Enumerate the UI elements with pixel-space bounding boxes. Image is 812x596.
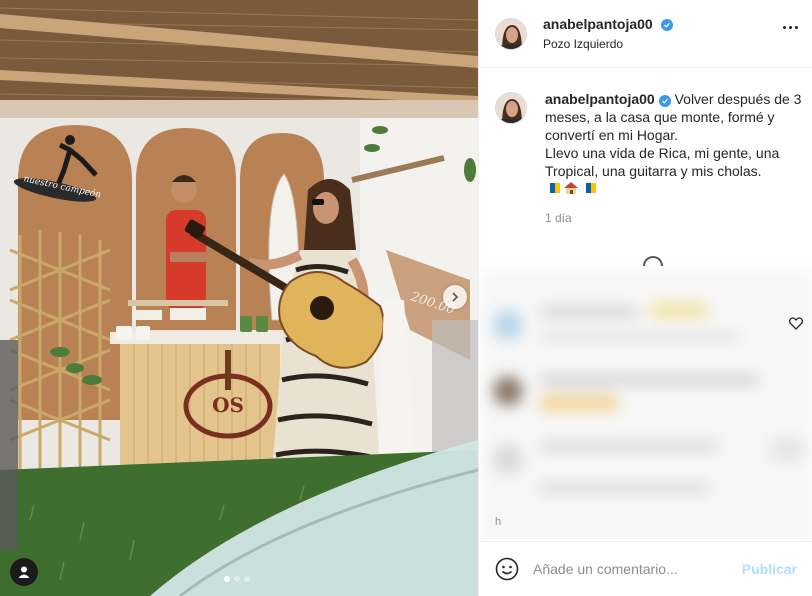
heart-icon[interactable] [789,317,803,330]
caption-emojis [545,181,805,195]
chevron-right-icon [452,292,459,302]
house-emoji [564,182,578,194]
username-link[interactable]: anabelpantoja00 [543,16,653,32]
carousel-indicator [224,576,250,582]
carousel-dot [244,576,250,582]
tagged-users-button[interactable] [10,558,38,586]
publish-button[interactable]: Publicar [742,561,797,577]
emoji-smile-icon[interactable] [495,557,519,581]
post-header: anabelpantoja00 Pozo Izquierdo [479,0,812,68]
bar-logo-text: OS [212,393,244,417]
add-comment-bar: Publicar [479,541,812,596]
photo-scene: nuestro campeón OS 200.00 [0,0,478,596]
caption-timestamp[interactable]: 1 día [545,209,805,227]
partial-comment-text: h [495,516,502,528]
canary-flag-emoji [545,183,560,193]
post-photo[interactable]: nuestro campeón OS 200.00 [0,0,478,596]
caption: anabelpantoja00 Volver después de 3 mese… [495,90,805,227]
carousel-dot-active [224,576,230,582]
post-side-panel: anabelpantoja00 Pozo Izquierdo anabelpan… [478,0,812,596]
verified-badge-icon [661,19,674,31]
next-photo-button[interactable] [443,285,467,309]
comment-input[interactable] [533,561,723,577]
canary-flag-emoji [581,183,596,193]
carousel-dot [234,576,240,582]
caption-username-link[interactable]: anabelpantoja00 [545,91,655,107]
avatar[interactable] [495,92,527,124]
location-link[interactable]: Pozo Izquierdo [543,37,673,51]
more-options-icon[interactable] [783,26,798,29]
avatar[interactable] [495,17,527,50]
verified-badge-icon [658,95,671,107]
user-tag-icon [18,566,30,578]
comments-list-blurred [479,250,812,540]
